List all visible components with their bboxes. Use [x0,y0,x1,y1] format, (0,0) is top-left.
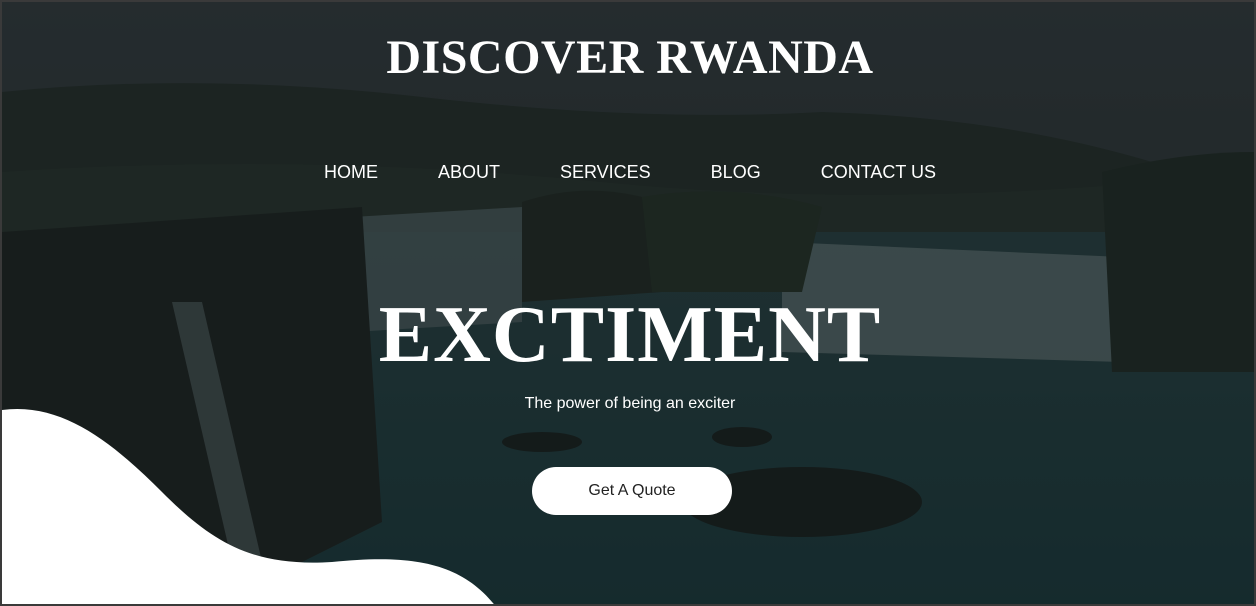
nav-item-blog[interactable]: BLOG [711,162,761,183]
get-a-quote-button[interactable]: Get A Quote [532,467,732,515]
nav-item-home[interactable]: HOME [324,162,378,183]
page-frame: DISCOVER RWANDA HOME ABOUT SERVICES BLOG… [0,0,1256,606]
hero-section: DISCOVER RWANDA HOME ABOUT SERVICES BLOG… [2,2,1254,604]
nav-item-about[interactable]: ABOUT [438,162,500,183]
site-brand-title[interactable]: DISCOVER RWANDA [2,30,1254,85]
hero-headline: EXCTIMENT [378,291,882,379]
nav-item-contact-us[interactable]: CONTACT US [821,162,936,183]
main-nav: HOME ABOUT SERVICES BLOG CONTACT US [2,162,1254,183]
nav-item-services[interactable]: SERVICES [560,162,651,183]
hero-tagline: The power of being an exciter [524,395,736,412]
white-wave-shape [2,409,494,604]
